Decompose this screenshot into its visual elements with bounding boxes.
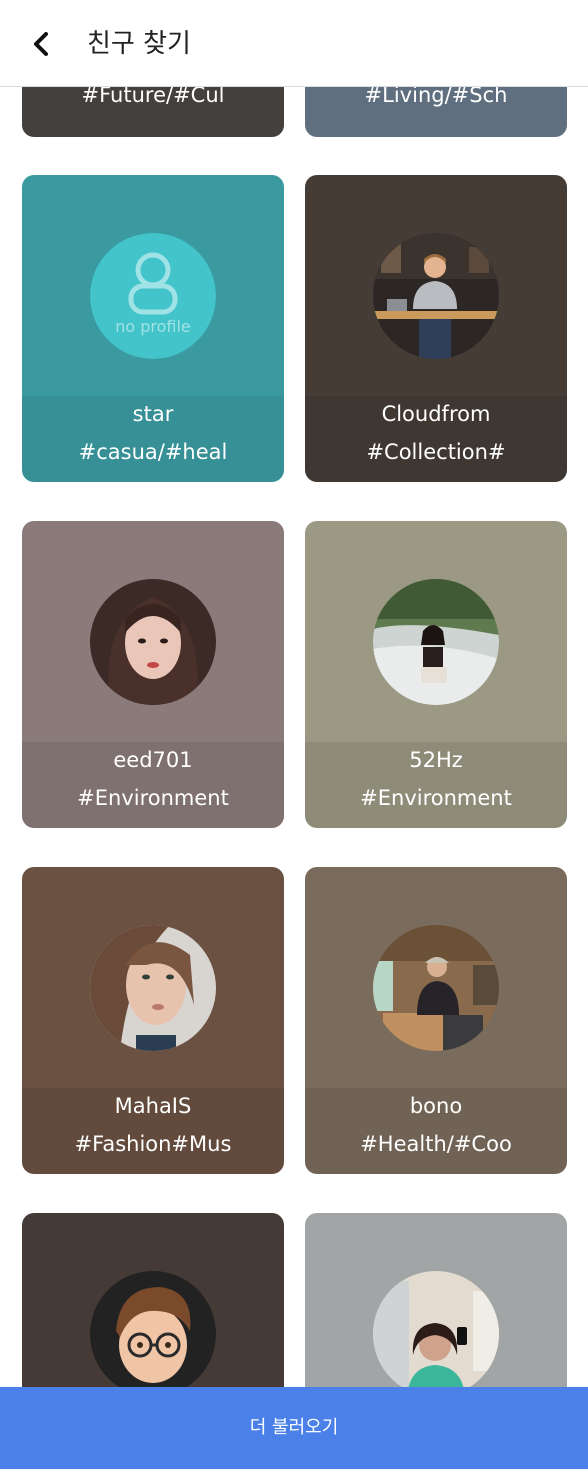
card-tags: #Environment bbox=[360, 786, 512, 810]
card-tags: #Collection# bbox=[366, 440, 506, 464]
friend-card-52hz[interactable]: 52Hz #Environment bbox=[305, 521, 567, 828]
friend-card-star[interactable]: no profile star #casua/#heal bbox=[22, 175, 284, 482]
card-name: bono bbox=[409, 1094, 463, 1118]
profile-photo bbox=[373, 233, 499, 359]
friend-card-eed701[interactable]: eed701 #Environment bbox=[22, 521, 284, 828]
back-button[interactable] bbox=[22, 22, 62, 66]
card-info: 52Hz #Environment bbox=[305, 742, 567, 828]
card-info: Cloudfrom #Collection# bbox=[305, 396, 567, 482]
card-info: bono #Health/#Coo bbox=[305, 1088, 567, 1174]
memoji-avatar-photo bbox=[90, 1271, 216, 1397]
card-name: star bbox=[132, 402, 174, 426]
person-outline-icon bbox=[128, 252, 178, 315]
chevron-left-icon bbox=[34, 32, 48, 56]
page-title: 친구 찾기 bbox=[87, 29, 191, 59]
card-name: 52Hz bbox=[409, 748, 463, 772]
no-profile-avatar: no profile bbox=[90, 233, 216, 359]
man-in-cafe-photo bbox=[373, 233, 499, 359]
friend-card-bono[interactable]: bono #Health/#Coo bbox=[305, 867, 567, 1174]
app-header: 친구 찾기 bbox=[0, 0, 588, 87]
man-in-restaurant-photo bbox=[373, 925, 499, 1051]
load-more-button[interactable]: 더 불러오기 bbox=[0, 1387, 588, 1469]
friend-card-cloudfrom[interactable]: Cloudfrom #Collection# bbox=[305, 175, 567, 482]
card-name: MahaIS bbox=[114, 1094, 192, 1118]
friend-card-mahais[interactable]: MahaIS #Fashion#Mus bbox=[22, 867, 284, 1174]
woman-at-waterfall-photo bbox=[373, 579, 499, 705]
woman-closeup-photo bbox=[90, 925, 216, 1051]
card-tags: #Health/#Coo bbox=[360, 1132, 512, 1156]
profile-photo bbox=[90, 925, 216, 1051]
profile-photo bbox=[90, 579, 216, 705]
no-profile-label: no profile bbox=[115, 317, 191, 336]
find-friends-screen: #Future/#Cul #Living/#Sch no profile sta bbox=[0, 0, 588, 1469]
card-tags: #Fashion#Mus bbox=[74, 1132, 232, 1156]
profile-photo bbox=[373, 925, 499, 1051]
profile-photo bbox=[373, 1271, 499, 1397]
profile-photo bbox=[373, 579, 499, 705]
card-name: Cloudfrom bbox=[381, 402, 491, 426]
card-info: star #casua/#heal bbox=[22, 396, 284, 482]
card-info: MahaIS #Fashion#Mus bbox=[22, 1088, 284, 1174]
woman-mirror-selfie-photo bbox=[373, 1271, 499, 1397]
card-name: eed701 bbox=[113, 748, 193, 772]
card-tags: #Environment bbox=[77, 786, 229, 810]
woman-portrait-photo bbox=[90, 579, 216, 705]
card-tags: #casua/#heal bbox=[78, 440, 228, 464]
card-info: eed701 #Environment bbox=[22, 742, 284, 828]
profile-photo bbox=[90, 1271, 216, 1397]
